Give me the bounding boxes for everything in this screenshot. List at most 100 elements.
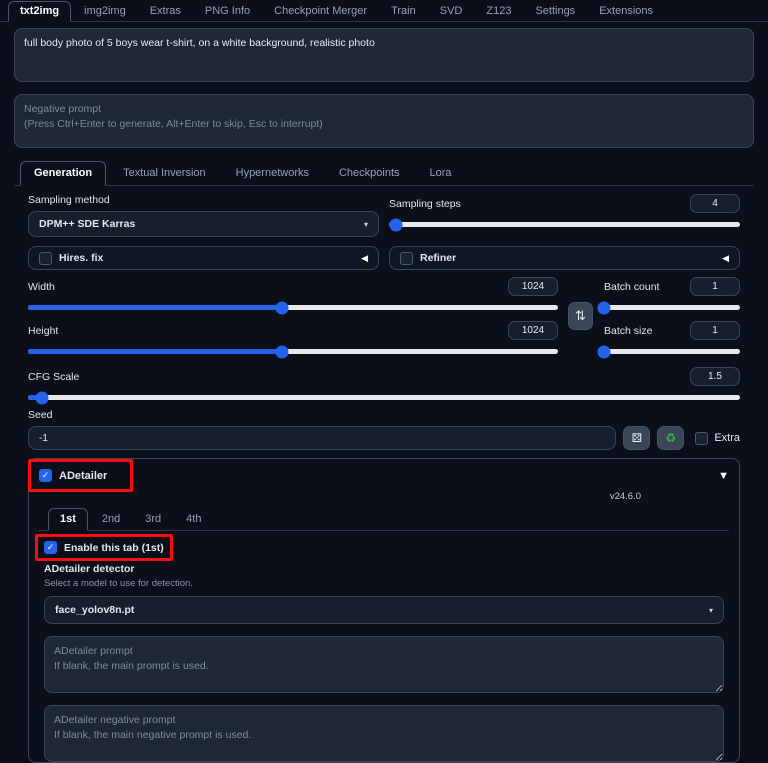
batch-size-number-input[interactable]	[690, 321, 740, 340]
tab-hypernetworks[interactable]: Hypernetworks	[223, 162, 322, 185]
slider-fill	[28, 349, 282, 354]
slider-knob[interactable]	[276, 301, 289, 314]
accordion-collapsed-icon[interactable]: ◀	[361, 253, 368, 264]
adetailer-accordion: ✓ ADetailer ▼ v24.6.0 1st 2nd 3rd 4th ✓ …	[28, 458, 740, 763]
tab-txt2img[interactable]: txt2img	[8, 1, 71, 22]
dimension-column: Width Height	[28, 277, 558, 354]
sampling-method-label: Sampling method	[28, 194, 379, 206]
sampling-steps-label: Sampling steps	[389, 198, 461, 210]
enable-tab-checkbox[interactable]: ✓	[44, 541, 57, 554]
tab-train[interactable]: Train	[380, 2, 427, 21]
width-label: Width	[28, 281, 55, 293]
height-label: Height	[28, 325, 58, 337]
swap-icon: ⇅	[575, 308, 586, 324]
adetailer-tab-content: ✓ Enable this tab (1st) ADetailer detect…	[39, 531, 729, 762]
enable-tab-label: Enable this tab (1st)	[64, 542, 164, 554]
adetailer-tab-4th[interactable]: 4th	[175, 509, 212, 530]
txt2img-panel: full body photo of 5 boys wear t-shirt, …	[0, 22, 768, 763]
adetailer-tab-bar: 1st 2nd 3rd 4th	[39, 508, 729, 531]
refiner-label: Refiner	[420, 252, 456, 264]
enable-tab-row: ✓ Enable this tab (1st)	[44, 541, 164, 554]
batch-count-group: Batch count	[604, 277, 740, 310]
hires-fix-checkbox[interactable]	[39, 252, 52, 265]
tab-z123[interactable]: Z123	[475, 2, 522, 21]
adetailer-model-value: face_yolov8n.pt	[55, 604, 134, 616]
slider-knob[interactable]	[598, 301, 611, 314]
slider-knob[interactable]	[276, 345, 289, 358]
random-seed-button[interactable]: ⚄	[623, 426, 650, 450]
batch-count-slider[interactable]	[604, 305, 740, 310]
slider-knob[interactable]	[598, 345, 611, 358]
cfg-scale-label: CFG Scale	[28, 371, 79, 383]
seed-label: Seed	[28, 409, 740, 421]
adetailer-prompt-input[interactable]	[44, 636, 724, 693]
sampling-steps-number-input[interactable]	[690, 194, 740, 213]
adetailer-title: ADetailer	[59, 470, 107, 482]
refiner-accordion[interactable]: Refiner ◀	[389, 246, 740, 270]
cfg-scale-slider[interactable]	[28, 395, 740, 400]
batch-count-number-input[interactable]	[690, 277, 740, 296]
adetailer-header: ✓ ADetailer	[39, 467, 107, 484]
sampling-method-dropdown[interactable]: DPM++ SDE Karras ▾	[28, 211, 379, 237]
reuse-seed-button[interactable]: ♻	[657, 426, 684, 450]
tab-png-info[interactable]: PNG Info	[194, 2, 261, 21]
generation-panel: Sampling method DPM++ SDE Karras ▾ Sampl…	[14, 186, 754, 763]
chevron-down-icon: ▾	[364, 220, 368, 229]
seed-group: Seed ⚄ ♻ Extra	[28, 409, 740, 450]
tab-generation[interactable]: Generation	[20, 161, 106, 186]
adetailer-detector-info: Select a model to use for detection.	[44, 578, 724, 589]
tab-img2img[interactable]: img2img	[73, 2, 137, 21]
height-group: Height	[28, 321, 558, 354]
slider-fill	[28, 305, 282, 310]
slider-knob[interactable]	[36, 391, 49, 404]
adetailer-negative-prompt-input[interactable]	[44, 705, 724, 762]
cfg-scale-group: CFG Scale	[28, 367, 740, 400]
sampling-method-value: DPM++ SDE Karras	[39, 218, 135, 230]
tab-checkpoints[interactable]: Checkpoints	[326, 162, 413, 185]
tab-extensions[interactable]: Extensions	[588, 2, 664, 21]
swap-dimensions-button[interactable]: ⇅	[568, 302, 593, 330]
hires-fix-label: Hires. fix	[59, 252, 103, 264]
extra-seed-label: Extra	[714, 432, 740, 444]
tab-extras[interactable]: Extras	[139, 2, 192, 21]
adetailer-version: v24.6.0	[39, 491, 729, 502]
adetailer-tab-2nd[interactable]: 2nd	[91, 509, 131, 530]
adetailer-tab-3rd[interactable]: 3rd	[134, 509, 172, 530]
seed-input[interactable]	[28, 426, 616, 450]
adetailer-checkbox[interactable]: ✓	[39, 469, 52, 482]
slider-knob[interactable]	[390, 218, 403, 231]
sampling-method-group: Sampling method DPM++ SDE Karras ▾	[28, 194, 379, 237]
extra-seed-checkbox[interactable]	[695, 432, 708, 445]
sampling-steps-slider[interactable]	[389, 222, 740, 227]
prompt-input[interactable]: full body photo of 5 boys wear t-shirt, …	[14, 28, 754, 82]
batch-count-label: Batch count	[604, 281, 659, 293]
main-tab-bar: txt2img img2img Extras PNG Info Checkpoi…	[0, 0, 768, 22]
chevron-down-icon: ▾	[709, 606, 713, 615]
tab-svd[interactable]: SVD	[429, 2, 474, 21]
width-number-input[interactable]	[508, 277, 558, 296]
tab-settings[interactable]: Settings	[524, 2, 586, 21]
batch-size-group: Batch size	[604, 321, 740, 354]
cfg-scale-number-input[interactable]	[690, 367, 740, 386]
tab-textual-inversion[interactable]: Textual Inversion	[110, 162, 219, 185]
batch-column: Batch count Batch size	[604, 277, 740, 354]
height-slider[interactable]	[28, 349, 558, 354]
accordion-collapsed-icon[interactable]: ◀	[722, 253, 729, 264]
tab-lora[interactable]: Lora	[417, 162, 465, 185]
adetailer-tab-1st[interactable]: 1st	[48, 508, 88, 531]
adetailer-model-dropdown[interactable]: face_yolov8n.pt ▾	[44, 596, 724, 624]
hires-fix-accordion[interactable]: Hires. fix ◀	[28, 246, 379, 270]
sampling-steps-group: Sampling steps	[389, 194, 740, 237]
generation-tab-bar: Generation Textual Inversion Hypernetwor…	[14, 161, 754, 186]
refiner-checkbox[interactable]	[400, 252, 413, 265]
negative-prompt-input[interactable]	[14, 94, 754, 148]
height-number-input[interactable]	[508, 321, 558, 340]
width-group: Width	[28, 277, 558, 310]
batch-size-label: Batch size	[604, 325, 652, 337]
width-slider[interactable]	[28, 305, 558, 310]
batch-size-slider[interactable]	[604, 349, 740, 354]
tab-checkpoint-merger[interactable]: Checkpoint Merger	[263, 2, 378, 21]
recycle-icon: ♻	[665, 431, 676, 445]
adetailer-detector-label: ADetailer detector	[44, 563, 724, 575]
accordion-expanded-icon[interactable]: ▼	[718, 470, 729, 482]
